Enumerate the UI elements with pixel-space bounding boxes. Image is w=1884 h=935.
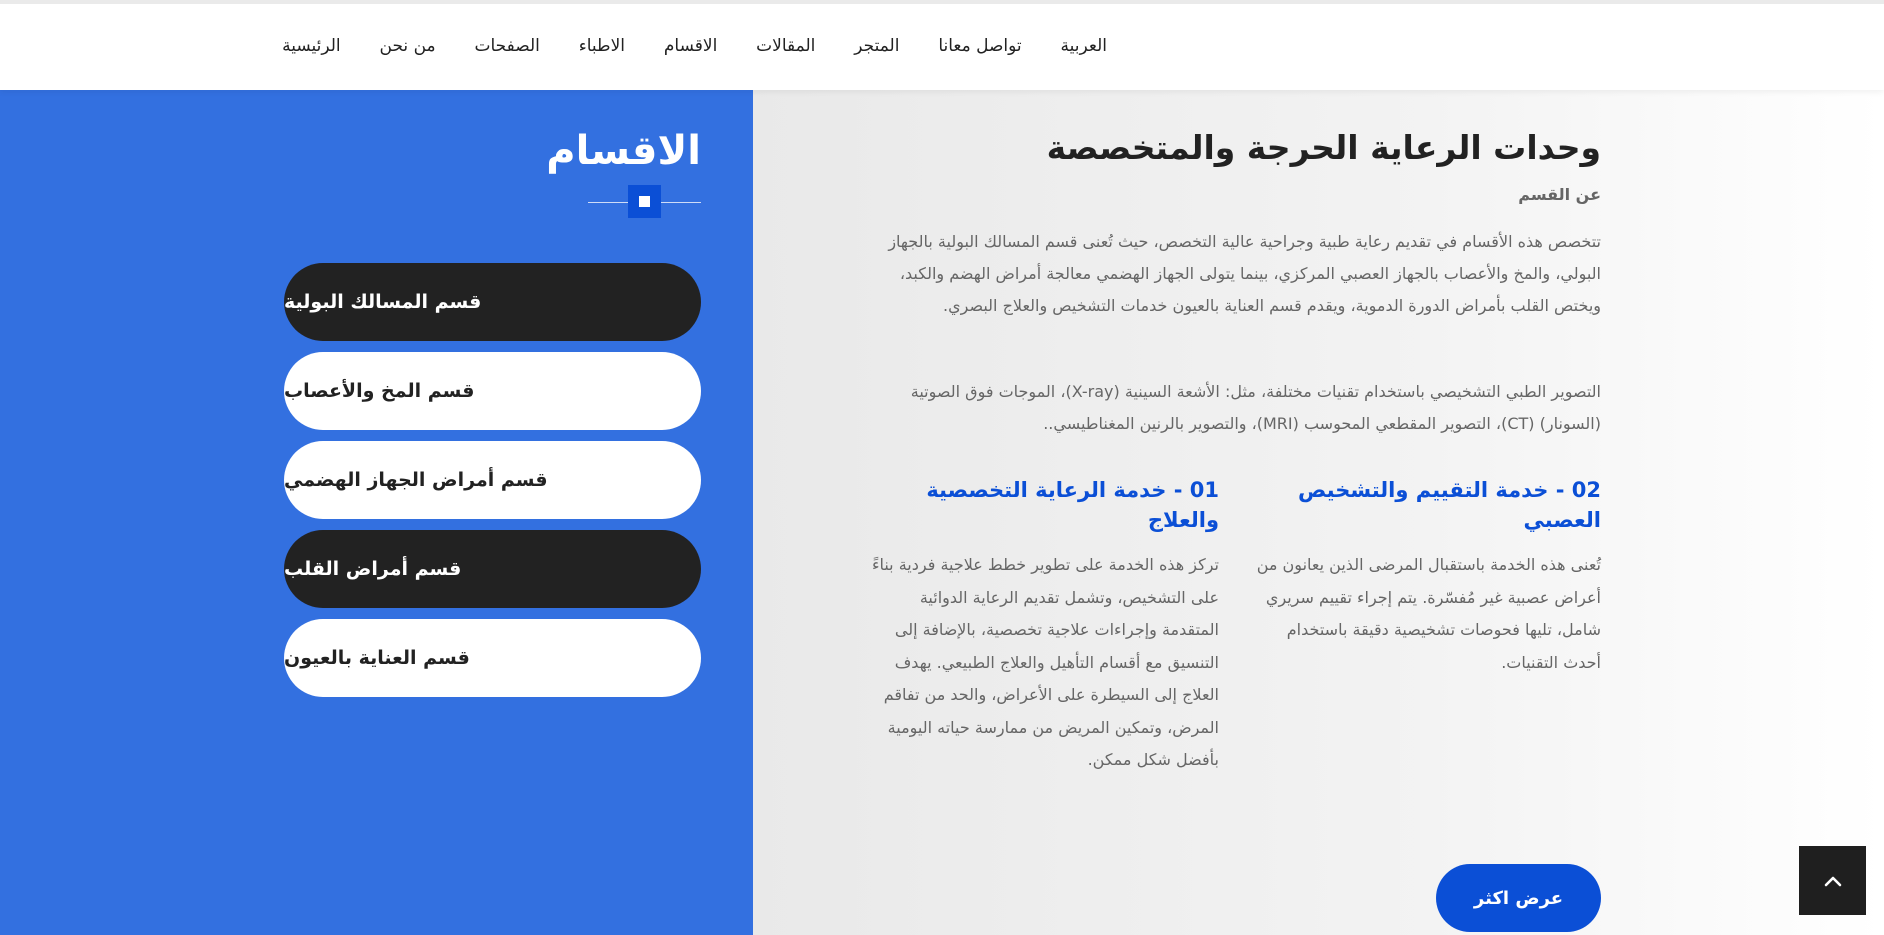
show-more-button[interactable]: عرض اكثر: [1436, 864, 1601, 932]
nav-item-language[interactable]: العربية: [1061, 36, 1107, 56]
service-card-diagnosis: 02 - خدمة التقييم والتشخيص العصبي تُعنى …: [1256, 475, 1601, 679]
department-item-urology[interactable]: قسم المسالك البولية: [284, 263, 701, 341]
main-content: وحدات الرعاية الحرجة والمتخصصة عن القسم …: [753, 90, 1884, 935]
section-subtitle: عن القسم: [1518, 185, 1601, 204]
page-title: وحدات الرعاية الحرجة والمتخصصة: [1046, 128, 1601, 167]
sidebar-title: الاقسام: [546, 128, 701, 174]
nav-item-pages[interactable]: الصفحات: [474, 36, 539, 56]
nav-item-doctors[interactable]: الاطباء: [579, 36, 625, 56]
department-item-gastro[interactable]: قسم أمراض الجهاز الهضمي: [284, 441, 701, 519]
department-list: قسم المسالك البولية قسم المخ والأعصاب قس…: [284, 263, 701, 708]
departments-sidebar: الاقسام قسم المسالك البولية قسم المخ وال…: [0, 90, 753, 935]
department-item-neurology[interactable]: قسم المخ والأعصاب: [284, 352, 701, 430]
department-item-label: قسم أمراض القلب: [284, 558, 462, 580]
nav-item-store[interactable]: المتجر: [854, 36, 899, 56]
service-title: 02 - خدمة التقييم والتشخيص العصبي: [1297, 478, 1601, 532]
square-ornament-icon: [628, 185, 661, 218]
about-paragraph: تتخصص هذه الأقسام في تقديم رعاية طبية وج…: [888, 232, 1601, 315]
nav-item-home[interactable]: الرئيسية: [282, 36, 341, 56]
nav-item-contact[interactable]: تواصل معانا: [938, 36, 1021, 56]
main-nav: الرئيسية من نحن الصفحات الاطباء الاقسام …: [282, 36, 1107, 56]
back-to-top-button[interactable]: [1799, 846, 1866, 915]
department-item-label: قسم المخ والأعصاب: [284, 380, 475, 402]
department-item-cardiology[interactable]: قسم أمراض القلب: [284, 530, 701, 608]
top-navbar: الرئيسية من نحن الصفحات الاطباء الاقسام …: [0, 0, 1884, 90]
service-text: تركز هذه الخدمة على تطوير خطط علاجية فرد…: [871, 555, 1219, 769]
chevron-up-icon: [1824, 876, 1841, 886]
department-item-label: قسم العناية بالعيون: [284, 647, 470, 669]
department-item-label: قسم المسالك البولية: [284, 291, 482, 313]
imaging-paragraph: التصوير الطبي التشخيصي باستخدام تقنيات م…: [910, 382, 1601, 433]
service-card-treatment: 01 - خدمة الرعاية التخصصية والعلاج تركز …: [864, 475, 1219, 777]
service-text: تُعنى هذه الخدمة باستقبال المرضى الذين ي…: [1256, 555, 1601, 672]
nav-item-articles[interactable]: المقالات: [756, 36, 815, 56]
nav-item-departments[interactable]: الاقسام: [664, 36, 717, 56]
department-item-ophthalmology[interactable]: قسم العناية بالعيون: [284, 619, 701, 697]
department-item-label: قسم أمراض الجهاز الهضمي: [284, 469, 548, 491]
service-title: 01 - خدمة الرعاية التخصصية والعلاج: [926, 478, 1219, 532]
nav-item-about[interactable]: من نحن: [380, 36, 436, 56]
